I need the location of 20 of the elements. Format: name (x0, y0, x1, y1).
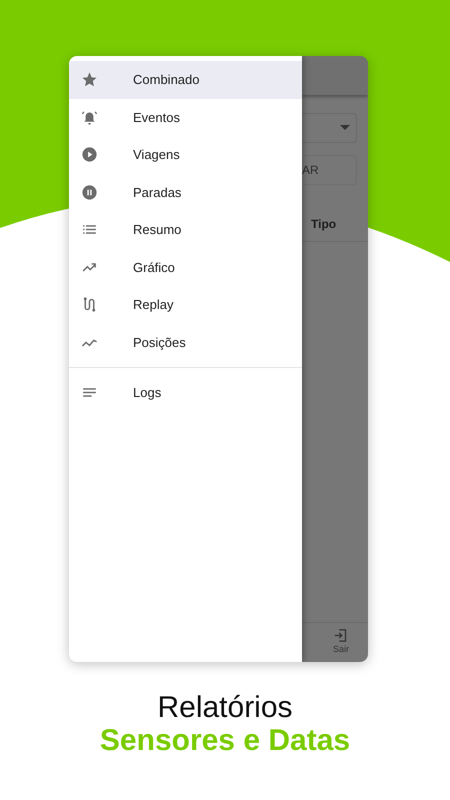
pause-circle-icon (81, 184, 98, 201)
drawer-item[interactable]: Replay (69, 286, 302, 324)
caption-subtitle: Sensores e Datas (98, 724, 352, 758)
drawer-item[interactable]: Logs (69, 374, 302, 412)
drawer-item[interactable]: Viagens (69, 136, 302, 174)
drawer-item[interactable]: Resumo (69, 211, 302, 248)
caption-title: Relatórios (156, 692, 294, 724)
caret-icon (340, 125, 350, 131)
drawer-item[interactable]: Gráfico (69, 248, 302, 286)
play-circle-icon (81, 146, 98, 164)
drawer-item[interactable]: Paradas (69, 174, 302, 211)
exit-icon (333, 628, 348, 644)
drawer-item[interactable]: Eventos (69, 98, 302, 136)
route-icon (81, 296, 98, 314)
drawer-item[interactable]: Posições (69, 324, 302, 361)
alarm-bell-icon (81, 108, 98, 126)
column-header: Tipo (311, 216, 336, 233)
star-icon (81, 71, 98, 88)
drawer-item[interactable]: Combinado (69, 61, 302, 98)
dropdown-field[interactable] (302, 113, 357, 143)
